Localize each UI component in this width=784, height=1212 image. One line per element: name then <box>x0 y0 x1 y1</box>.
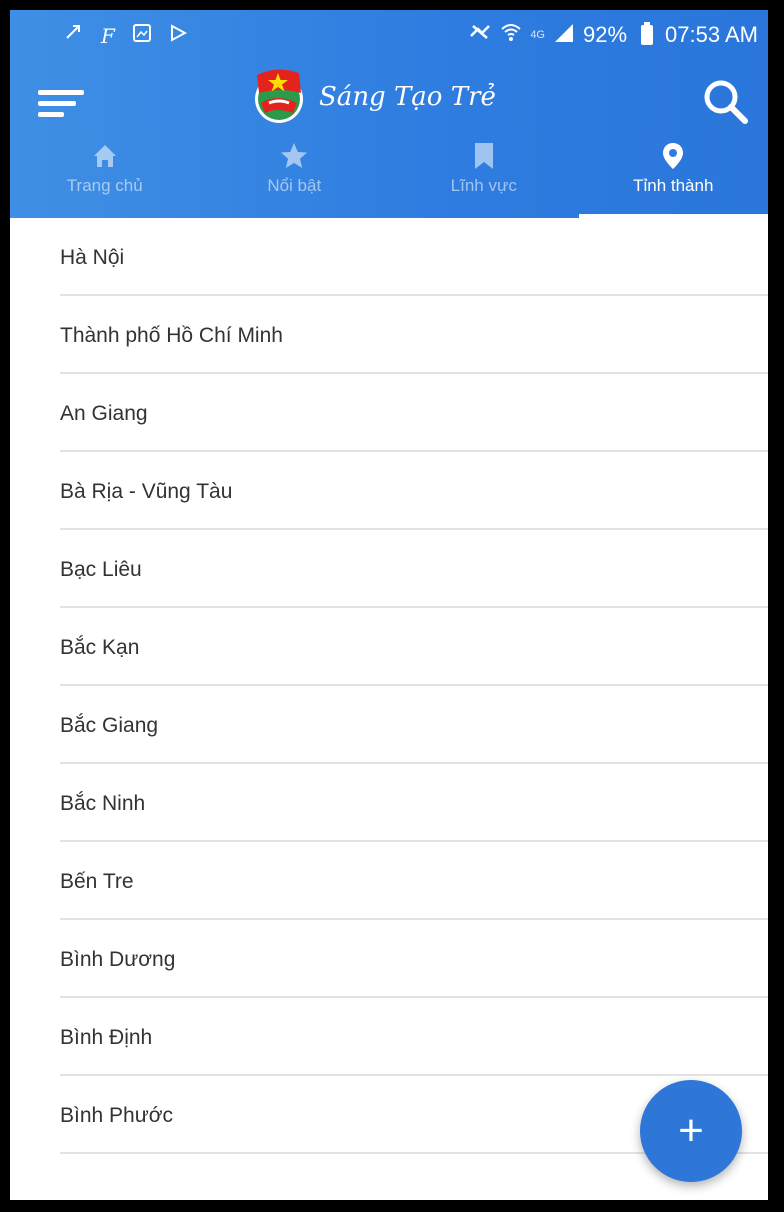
province-name: Thành phố Hồ Chí Minh <box>60 324 283 347</box>
list-item[interactable]: Hà Nội <box>10 218 768 296</box>
list-item[interactable]: An Giang <box>10 374 768 452</box>
status-bar: F 4G 92% 07:53 AM <box>10 10 768 68</box>
tab-featured[interactable]: Nổi bật <box>200 138 390 218</box>
tab-provinces[interactable]: Tỉnh thành <box>578 138 769 218</box>
province-name: Bắc Kạn <box>60 636 140 659</box>
youth-union-logo-icon <box>247 63 311 132</box>
home-icon <box>10 138 200 174</box>
list-item[interactable]: Bắc Kạn <box>10 608 768 686</box>
list-item[interactable]: Bạc Liêu <box>10 530 768 608</box>
list-item[interactable]: Bến Tre <box>10 842 768 920</box>
gallery-notification-icon <box>132 24 151 48</box>
province-name: Bến Tre <box>60 870 134 893</box>
list-item[interactable]: Bình Dương <box>10 920 768 998</box>
mute-icon <box>468 22 492 48</box>
menu-icon <box>38 90 84 95</box>
add-button[interactable]: + <box>640 1080 742 1182</box>
province-name: Bình Định <box>60 1026 153 1049</box>
list-item[interactable]: Bình Định <box>10 998 768 1076</box>
province-name: Bạc Liêu <box>60 558 142 581</box>
province-name: An Giang <box>60 402 148 425</box>
tab-label: Lĩnh vực <box>450 176 517 195</box>
app-brand: Sáng Tạo Trẻ <box>247 62 496 132</box>
play-notification-icon <box>169 24 187 48</box>
province-name: Hà Nội <box>60 246 125 269</box>
location-pin-icon <box>579 138 769 174</box>
app-bar: F 4G 92% 07:53 AM Sáng Tạo Trẻ Trang chủ… <box>10 10 768 218</box>
tab-bar: Trang chủ Nổi bật Lĩnh vực Tỉnh thành <box>10 138 768 218</box>
tab-label: Tỉnh thành <box>633 176 714 195</box>
search-button[interactable] <box>700 76 752 128</box>
tab-label: Nổi bật <box>267 176 322 195</box>
network-type: 4G <box>530 29 545 41</box>
app-title: Sáng Tạo Trẻ <box>319 82 496 112</box>
province-name: Bắc Giang <box>60 714 159 737</box>
list-item[interactable]: Bắc Giang <box>10 686 768 764</box>
notification-icons: F <box>65 24 187 48</box>
province-name: Bà Rịa - Vũng Tàu <box>60 480 233 503</box>
app-screen: F 4G 92% 07:53 AM Sáng Tạo Trẻ Trang chủ… <box>10 10 768 1200</box>
province-name: Bắc Ninh <box>60 792 146 815</box>
system-status: 4G 92% 07:53 AM <box>468 22 758 48</box>
list-item[interactable]: Bắc Ninh <box>10 764 768 842</box>
tab-fields[interactable]: Lĩnh vực <box>389 138 579 218</box>
star-icon <box>200 138 390 174</box>
tab-home[interactable]: Trang chủ <box>10 138 200 218</box>
facebook-notification-icon: F <box>101 24 115 48</box>
menu-button[interactable] <box>38 82 88 122</box>
province-list: Hà Nội Thành phố Hồ Chí Minh An Giang Bà… <box>10 218 768 1154</box>
wifi-icon <box>500 22 522 48</box>
list-item[interactable]: Thành phố Hồ Chí Minh <box>10 296 768 374</box>
search-icon <box>704 80 748 124</box>
signal-icon <box>553 22 575 48</box>
tab-label: Trang chủ <box>66 176 143 195</box>
battery-percent: 92% <box>583 22 628 47</box>
list-item[interactable]: Bà Rịa - Vũng Tàu <box>10 452 768 530</box>
battery-icon <box>641 22 654 45</box>
province-name: Bình Phước <box>60 1104 174 1127</box>
plus-icon: + <box>678 1106 704 1155</box>
clock: 07:53 AM <box>665 22 758 47</box>
bookmark-icon <box>389 138 579 174</box>
notification-icon <box>65 24 83 48</box>
province-name: Bình Dương <box>60 948 176 971</box>
